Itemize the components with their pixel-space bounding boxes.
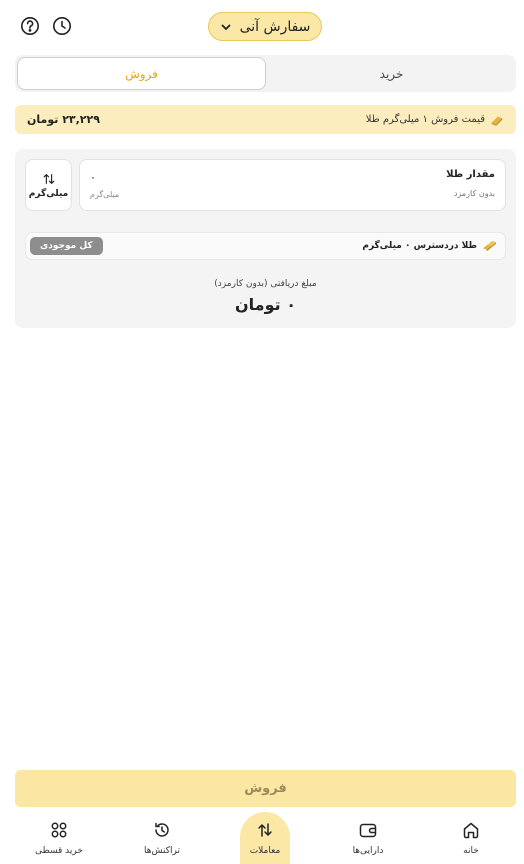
nav-label-assets: دارایی‌ها [352, 846, 384, 856]
home-icon [463, 822, 479, 839]
available-label: طلا دردسترس ۰ میلی‌گرم [362, 241, 477, 251]
transactions-icon [155, 822, 169, 837]
nav-label-home: خانه [463, 846, 479, 856]
order-type-label: سفارش آنی [239, 18, 311, 35]
receive-label: مبلغ دریافتی (بدون کارمزد) [214, 279, 317, 289]
amount-subtitle: بدون کارمزد [453, 189, 495, 198]
gold-amount-field[interactable]: مقدار طلا بدون کارمزد ۰ میلی‌گرم [79, 159, 506, 211]
amount-input[interactable]: ۰ [90, 171, 96, 184]
wallet-icon [359, 823, 377, 838]
all-balance-button[interactable]: کل موجودی [30, 237, 103, 255]
gold-bars-icon [482, 240, 497, 251]
available-gold-row: طلا دردسترس ۰ میلی‌گرم کل موجودی [25, 232, 506, 260]
nav-item-transactions[interactable]: تراکنش‌ها [130, 812, 194, 864]
buy-sell-tabs: خرید فروش [15, 55, 516, 92]
sell-button[interactable]: فروش [15, 770, 516, 807]
grid-icon [51, 822, 67, 838]
nav-item-home[interactable]: خانه [439, 812, 503, 864]
nav-label-installment: خرید قسطی [35, 846, 83, 856]
help-icon[interactable] [19, 15, 41, 37]
tab-sell[interactable]: فروش [17, 57, 266, 90]
trade-icon [258, 823, 272, 837]
gold-bar-icon [491, 116, 503, 126]
price-value: ۲۳,۲۲۹ تومان [27, 113, 100, 126]
history-icon[interactable] [51, 15, 73, 37]
unit-toggle-label: میلی‌گرم [28, 188, 69, 199]
bottom-nav: خانه دارایی‌ها معاملات تراکنش‌ها خرید قس… [0, 812, 524, 864]
available-label-group: طلا دردسترس ۰ میلی‌گرم [362, 239, 497, 254]
nav-label-trades: معاملات [249, 846, 281, 856]
chevron-down-icon [221, 24, 230, 30]
tab-buy[interactable]: خرید [267, 55, 516, 92]
amount-unit: میلی‌گرم [90, 190, 120, 199]
nav-label-transactions: تراکنش‌ها [144, 846, 180, 856]
nav-item-assets[interactable]: دارایی‌ها [336, 812, 400, 864]
amount-title: مقدار طلا [446, 169, 495, 180]
nav-item-installment[interactable]: خرید قسطی [27, 812, 91, 864]
sell-card: مقدار طلا بدون کارمزد ۰ میلی‌گرم میلی‌گر… [15, 149, 516, 328]
price-label-group: قیمت فروش ۱ میلی‌گرم طلا [366, 113, 504, 127]
swap-icon [43, 173, 54, 184]
nav-item-trades[interactable]: معاملات [240, 812, 290, 864]
price-label: قیمت فروش ۱ میلی‌گرم طلا [365, 114, 485, 125]
receive-value: ۰ تومان [235, 295, 296, 314]
unit-toggle-button[interactable]: میلی‌گرم [25, 159, 72, 211]
top-bar: سفارش آنی [0, 0, 524, 52]
order-type-selector[interactable]: سفارش آنی [208, 12, 322, 41]
price-bar: قیمت فروش ۱ میلی‌گرم طلا ۲۳,۲۲۹ تومان [15, 105, 516, 134]
